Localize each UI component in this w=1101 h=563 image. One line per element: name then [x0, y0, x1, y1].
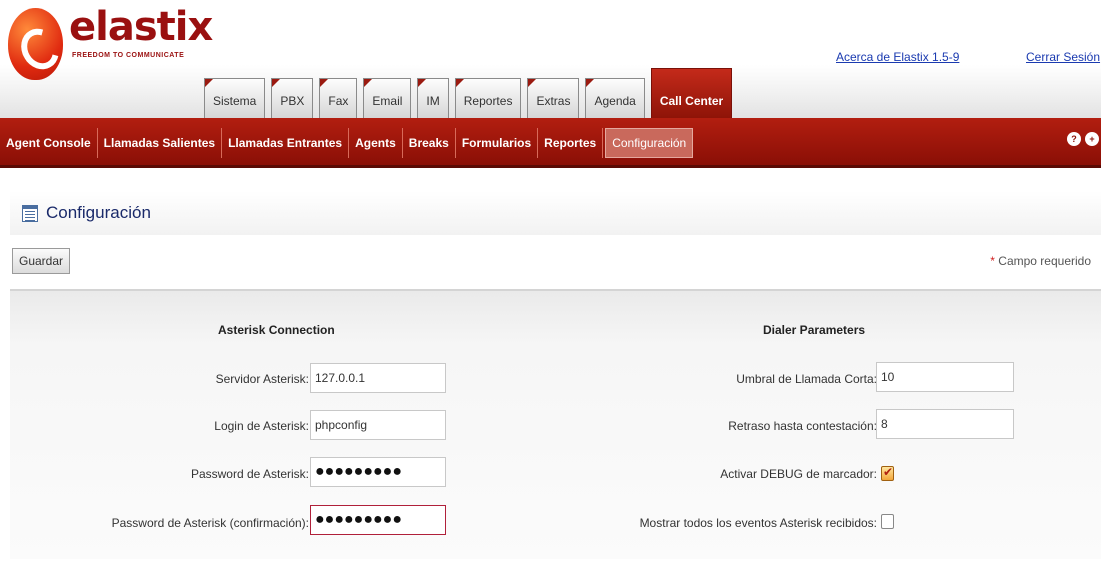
submenu-agents[interactable]: Agents: [349, 128, 403, 158]
password-input[interactable]: [310, 457, 446, 487]
save-button[interactable]: Guardar: [12, 248, 70, 274]
server-label: Servidor Asterisk:: [215, 372, 309, 386]
config-form: Asterisk Connection Servidor Asterisk: L…: [10, 289, 1101, 559]
tab-email[interactable]: Email: [363, 78, 412, 118]
asterisk-section-title: Asterisk Connection: [218, 323, 335, 337]
main-tabs: Sistema PBX Fax Email IM Reportes Extras…: [204, 68, 738, 118]
short-call-label: Umbral de Llamada Corta:: [736, 372, 877, 386]
submenu-reportes[interactable]: Reportes: [538, 128, 604, 158]
logout-link[interactable]: Cerrar Sesión: [1026, 50, 1100, 64]
form-list-icon: [22, 205, 38, 222]
password-confirm-label: Password de Asterisk (confirmación):: [111, 516, 309, 530]
tab-sistema[interactable]: Sistema: [204, 78, 266, 118]
submenu: Agent Console Llamadas Salientes Llamada…: [0, 128, 694, 158]
about-link[interactable]: Acerca de Elastix 1.5-9: [836, 50, 959, 64]
tab-agenda[interactable]: Agenda: [585, 78, 645, 118]
tab-pbx[interactable]: PBX: [271, 78, 314, 118]
tab-extras[interactable]: Extras: [527, 78, 580, 118]
tab-call-center[interactable]: Call Center: [650, 68, 733, 118]
elastix-logo-icon: [8, 8, 63, 80]
logo-tagline: FREEDOM TO COMMUNICATE: [72, 52, 185, 59]
submenu-bar: Agent Console Llamadas Salientes Llamada…: [0, 118, 1101, 168]
server-input[interactable]: [310, 363, 446, 393]
password-confirm-input[interactable]: [310, 505, 446, 535]
help-icons: ? +: [1067, 132, 1099, 146]
dialer-section-title: Dialer Parameters: [763, 323, 866, 337]
tab-fax[interactable]: Fax: [319, 78, 358, 118]
page-title: Configuración: [46, 203, 151, 222]
answer-delay-label: Retraso hasta contestación:: [728, 419, 877, 433]
required-note-text: Campo requerido: [998, 254, 1091, 268]
submenu-llamadas-salientes[interactable]: Llamadas Salientes: [98, 128, 223, 158]
elastix-logo[interactable]: elastix FREEDOM TO COMMUNICATE: [6, 4, 213, 114]
required-note: * Campo requerido: [990, 254, 1091, 268]
all-events-checkbox[interactable]: [881, 514, 894, 529]
password-label: Password de Asterisk:: [190, 467, 309, 481]
page-title-bar: Configuración: [10, 191, 1101, 235]
help-icon[interactable]: ?: [1067, 132, 1081, 146]
logo-text: elastix: [69, 4, 213, 50]
tab-reportes[interactable]: Reportes: [454, 78, 522, 118]
all-events-label: Mostrar todos los eventos Asterisk recib…: [639, 516, 877, 530]
tab-im[interactable]: IM: [417, 78, 449, 118]
required-star: *: [990, 254, 995, 268]
submenu-breaks[interactable]: Breaks: [403, 128, 456, 158]
login-label: Login de Asterisk:: [214, 419, 309, 433]
submenu-configuracion[interactable]: Configuración: [605, 128, 694, 158]
submenu-formularios[interactable]: Formularios: [456, 128, 539, 158]
debug-label: Activar DEBUG de marcador:: [720, 467, 877, 481]
plus-icon[interactable]: +: [1085, 132, 1099, 146]
debug-checkbox[interactable]: [881, 465, 894, 481]
submenu-llamadas-entrantes[interactable]: Llamadas Entrantes: [222, 128, 350, 158]
top-header: elastix FREEDOM TO COMMUNICATE Acerca de…: [0, 0, 1101, 118]
login-input[interactable]: [310, 410, 446, 440]
short-call-input[interactable]: [876, 362, 1014, 392]
answer-delay-input[interactable]: [876, 409, 1014, 439]
submenu-agent-console[interactable]: Agent Console: [0, 128, 98, 158]
